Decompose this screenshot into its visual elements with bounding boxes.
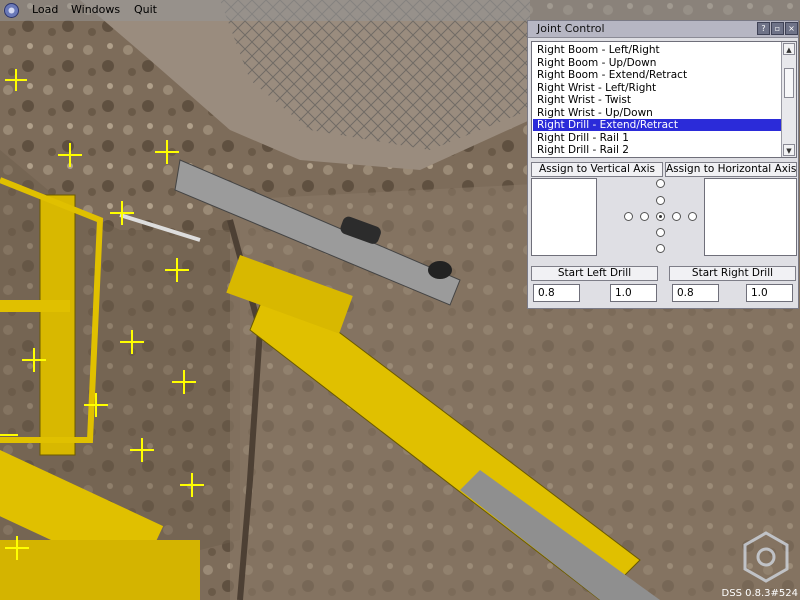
list-scrollbar[interactable]: ▲ ▼ [781,42,796,157]
vertical-axis-pad[interactable] [531,178,597,256]
direction-radio-down-1[interactable] [656,228,665,237]
list-item[interactable]: Right Boom - Left/Right [533,44,785,56]
left-drill-value-1[interactable]: 0.8 [533,284,580,302]
menu-bar: Load Windows Quit [0,0,800,21]
joint-control-window: Joint Control ? ▫ × Right Boom - Left/Ri… [527,20,799,309]
direction-radio-right-1[interactable] [672,212,681,221]
direction-radio-right-2[interactable] [688,212,697,221]
direction-radio-left-2[interactable] [624,212,633,221]
app-logo-icon[interactable] [3,2,20,19]
direction-radio-up-2[interactable] [656,179,665,188]
assign-horizontal-button[interactable]: Assign to Horizontal Axis [665,162,797,177]
direction-radio-left-1[interactable] [640,212,649,221]
right-drill-value-1[interactable]: 0.8 [672,284,719,302]
start-right-drill-button[interactable]: Start Right Drill [669,266,796,281]
scroll-up-icon[interactable]: ▲ [783,43,795,55]
menu-load[interactable]: Load [32,3,58,16]
joint-list[interactable]: Right Boom - Left/Right Right Boom - Up/… [531,41,797,158]
list-item[interactable]: Right Boom - Up/Down [533,57,785,69]
list-item[interactable]: Right Drill - Rail 1 [533,132,785,144]
help-icon[interactable]: ? [757,22,770,35]
window-title: Joint Control [537,22,605,35]
list-item[interactable]: Right Boom - Extend/Retract [533,69,785,81]
left-drill-value-2[interactable]: 1.0 [610,284,657,302]
right-drill-value-2[interactable]: 1.0 [746,284,793,302]
window-titlebar[interactable]: Joint Control ? ▫ × [528,21,798,38]
scroll-thumb[interactable] [784,68,794,98]
scroll-down-icon[interactable]: ▼ [783,144,795,156]
list-item[interactable]: Right Drill - Rail 2 [533,144,785,156]
direction-radio-center[interactable] [656,212,665,221]
list-item[interactable]: Right Wrist - Twist [533,94,785,106]
direction-radio-up-1[interactable] [656,196,665,205]
horizontal-axis-pad[interactable] [704,178,797,256]
minimize-icon[interactable]: ▫ [771,22,784,35]
version-label: DSS 0.8.3#524 [721,588,798,599]
start-left-drill-button[interactable]: Start Left Drill [531,266,658,281]
close-icon[interactable]: × [785,22,798,35]
list-item-selected[interactable]: Right Drill - Extend/Retract [533,119,785,131]
direction-radio-down-2[interactable] [656,244,665,253]
assign-vertical-button[interactable]: Assign to Vertical Axis [531,162,663,177]
list-item[interactable]: Right Wrist - Left/Right [533,82,785,94]
menu-quit[interactable]: Quit [134,3,157,16]
menu-windows[interactable]: Windows [71,3,120,16]
list-item[interactable]: Right Wrist - Up/Down [533,107,785,119]
